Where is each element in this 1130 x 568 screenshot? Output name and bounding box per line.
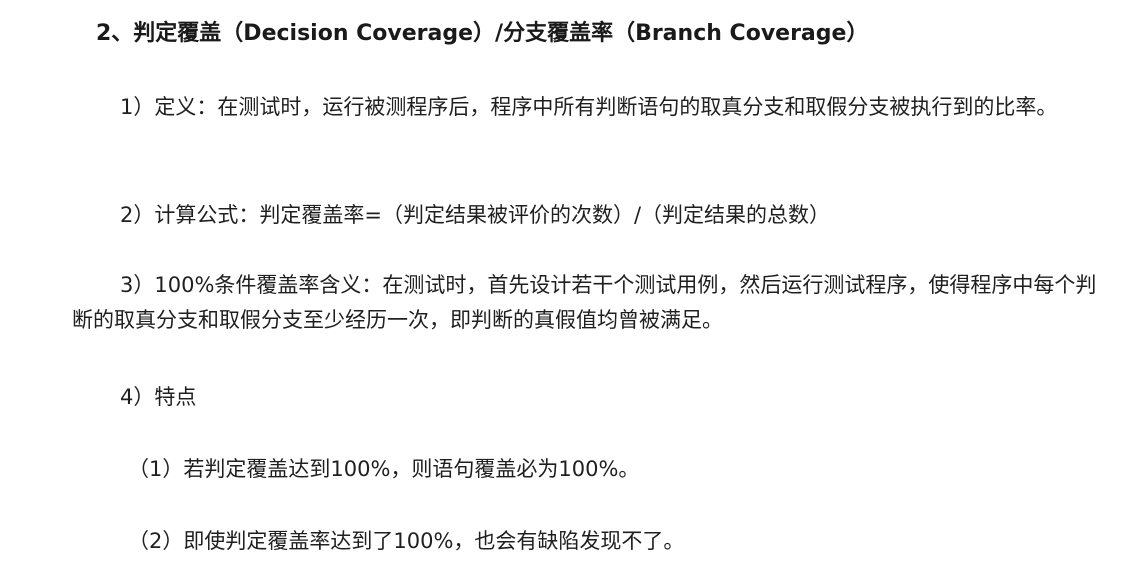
features-heading-paragraph: 4）特点 <box>120 385 197 409</box>
formula-paragraph: 2）计算公式：判定覆盖率=（判定结果被评价的次数）/（判定结果的总数） <box>120 203 831 227</box>
feature-item-1: （1）若判定覆盖达到100%，则语句覆盖必为100%。 <box>128 457 640 481</box>
full-coverage-meaning-paragraph: 3）100%条件覆盖率含义：在测试时，首先设计若干个测试用例，然后运行测试程序，… <box>72 273 1097 332</box>
feature-item-2: （2）即使判定覆盖率达到了100%，也会有缺陷发现不了。 <box>128 529 685 553</box>
document-page: 2、判定覆盖（Decision Coverage）/分支覆盖率（Branch C… <box>0 0 1130 568</box>
section-heading: 2、判定覆盖（Decision Coverage）/分支覆盖率（Branch C… <box>96 21 869 46</box>
definition-paragraph: 1）定义：在测试时，运行被测程序后，程序中所有判断语句的取真分支和取假分支被执行… <box>120 95 1058 119</box>
